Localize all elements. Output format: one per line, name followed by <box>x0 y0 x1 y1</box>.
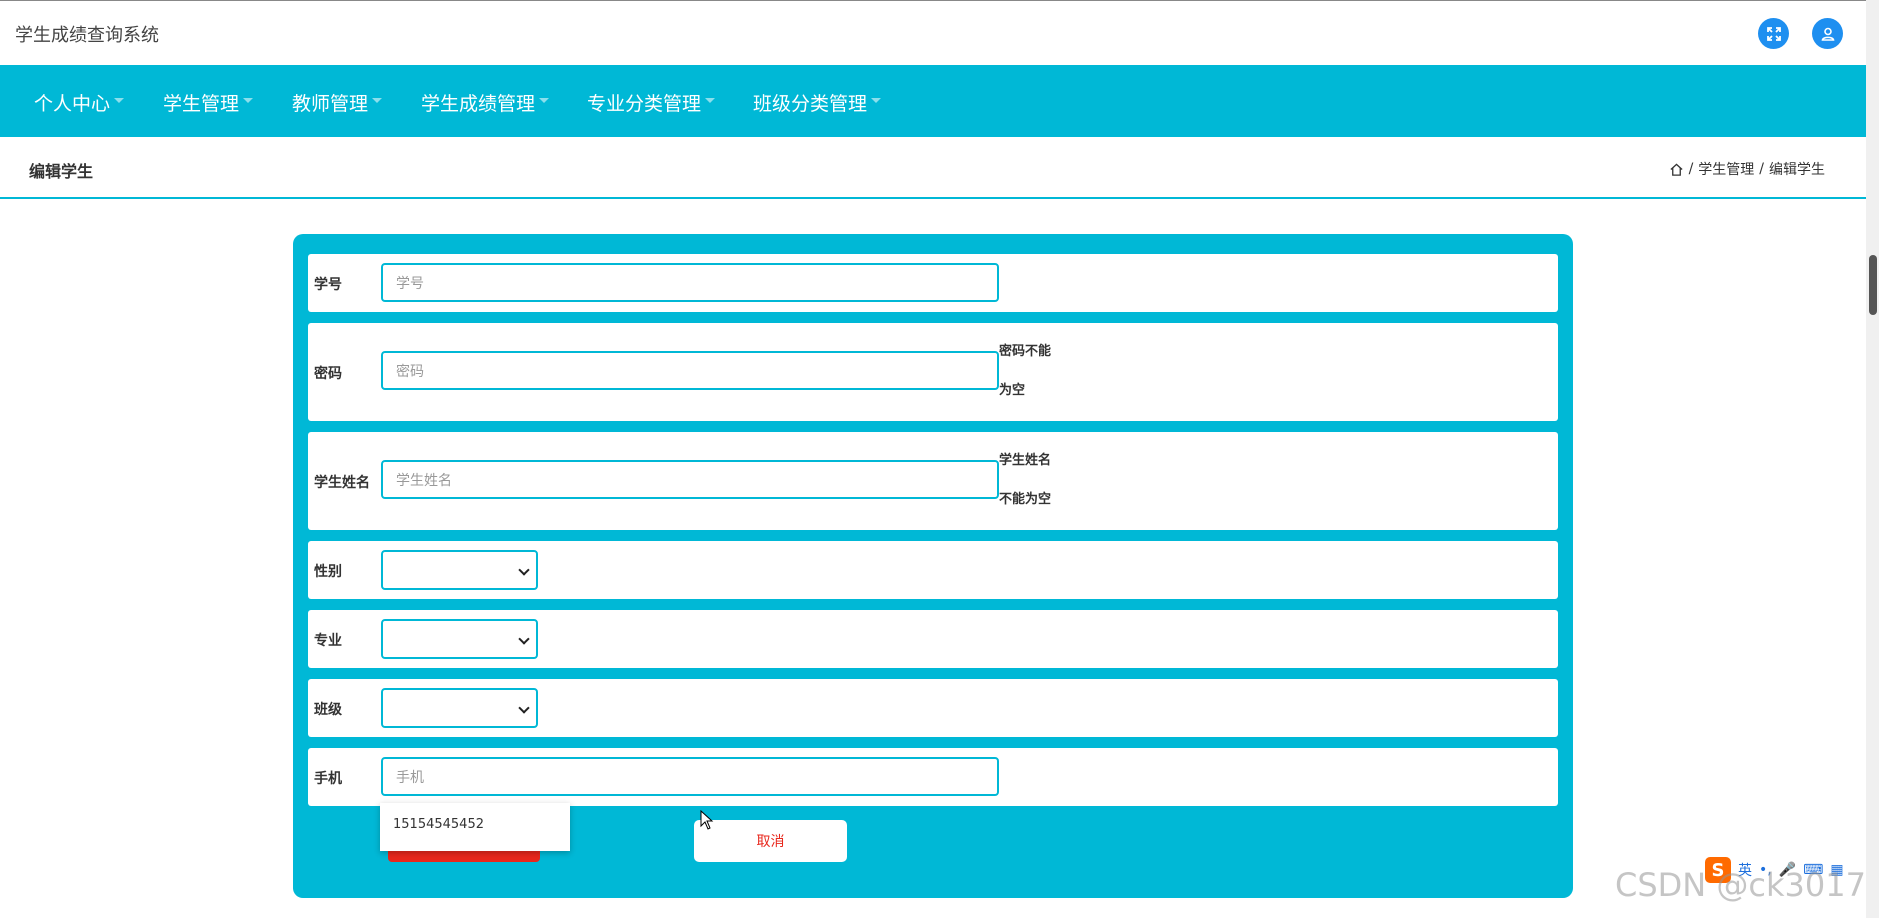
form-row-phone: 手机 手机 <box>308 748 1558 806</box>
scrollbar-thumb[interactable] <box>1869 255 1877 315</box>
nav-major-category[interactable]: 专业分类管理 <box>587 89 716 116</box>
password-error-text: 密码不能 <box>999 344 1052 359</box>
chevron-down-icon <box>372 98 383 103</box>
chevron-down-icon <box>518 702 530 714</box>
cancel-button[interactable]: 取消 <box>694 820 847 862</box>
mouse-cursor-icon <box>700 810 714 830</box>
fullscreen-icon <box>1766 26 1781 41</box>
page-scrollbar[interactable] <box>1866 0 1879 918</box>
breadcrumb: / 学生管理 / 编辑学生 <box>1669 159 1825 179</box>
student-name-label: 学生姓名 <box>314 475 370 491</box>
fullscreen-button[interactable] <box>1758 18 1789 49</box>
major-select[interactable] <box>381 619 538 659</box>
watermark: CSDN @ck3017 <box>1615 866 1866 904</box>
student-name-error-text: 不能为空 <box>999 492 1052 507</box>
class-select[interactable] <box>381 688 538 728</box>
nav-label: 个人中心 <box>34 93 111 115</box>
class-label: 班级 <box>314 702 342 718</box>
nav-label: 学生管理 <box>163 93 240 115</box>
password-input[interactable]: 密码 <box>381 351 999 390</box>
nav-label: 学生成绩管理 <box>421 93 536 115</box>
student-name-error-text: 学生姓名 <box>999 453 1052 468</box>
form-row-student-name: 学生姓名 学生姓名 学生姓名 不能为空 <box>308 432 1558 530</box>
gender-label: 性别 <box>314 564 342 580</box>
page-title: 编辑学生 <box>29 162 94 181</box>
nav-label: 班级分类管理 <box>753 93 868 115</box>
form-row-student-id: 学号 学号 <box>308 254 1558 312</box>
nav-label: 专业分类管理 <box>587 93 702 115</box>
phone-label: 手机 <box>314 771 342 787</box>
student-id-input[interactable]: 学号 <box>381 263 999 302</box>
nav-class-category[interactable]: 班级分类管理 <box>753 89 882 116</box>
password-error-text: 为空 <box>999 383 1026 398</box>
breadcrumb-section[interactable]: 学生管理 <box>1698 159 1754 179</box>
chevron-down-icon <box>243 98 254 103</box>
form-row-gender: 性别 <box>308 541 1558 599</box>
form-row-password: 密码 密码 密码不能 为空 <box>308 323 1558 421</box>
breadcrumb-separator: / <box>1688 161 1694 177</box>
breadcrumb-current: 编辑学生 <box>1769 162 1825 178</box>
chevron-down-icon <box>518 633 530 645</box>
student-name-input[interactable]: 学生姓名 <box>381 460 999 499</box>
edit-student-form: 学号 学号 密码 密码 密码不能 为空 学生姓名 学生姓名 学生姓名 不能为空 … <box>293 234 1573 898</box>
student-id-label: 学号 <box>314 277 342 293</box>
main-nav: 个人中心 学生管理 教师管理 学生成绩管理 专业分类管理 班级分类管理 <box>0 65 1866 137</box>
nav-teacher-management[interactable]: 教师管理 <box>292 89 383 116</box>
chevron-down-icon <box>539 98 550 103</box>
chevron-down-icon <box>114 98 125 103</box>
form-row-major: 专业 <box>308 610 1558 668</box>
nav-student-management[interactable]: 学生管理 <box>163 89 254 116</box>
user-button[interactable] <box>1812 18 1843 49</box>
top-header: 学生成绩查询系统 <box>0 0 1866 65</box>
phone-input[interactable]: 手机 <box>381 757 999 796</box>
breadcrumb-bar: 编辑学生 / 学生管理 / 编辑学生 <box>0 137 1866 199</box>
gender-select[interactable] <box>381 550 538 590</box>
password-label: 密码 <box>314 366 342 382</box>
phone-autocomplete-option[interactable]: 15154545452 <box>380 803 570 851</box>
nav-score-management[interactable]: 学生成绩管理 <box>421 89 550 116</box>
user-icon <box>1821 27 1834 41</box>
breadcrumb-separator: / <box>1759 161 1764 177</box>
chevron-down-icon <box>518 564 530 576</box>
major-label: 专业 <box>314 633 342 649</box>
nav-personal-center[interactable]: 个人中心 <box>34 89 125 116</box>
app-title: 学生成绩查询系统 <box>15 25 159 46</box>
chevron-down-icon <box>871 98 882 103</box>
chevron-down-icon <box>705 98 716 103</box>
nav-label: 教师管理 <box>292 93 369 115</box>
home-icon[interactable] <box>1669 162 1684 177</box>
form-row-class: 班级 <box>308 679 1558 737</box>
